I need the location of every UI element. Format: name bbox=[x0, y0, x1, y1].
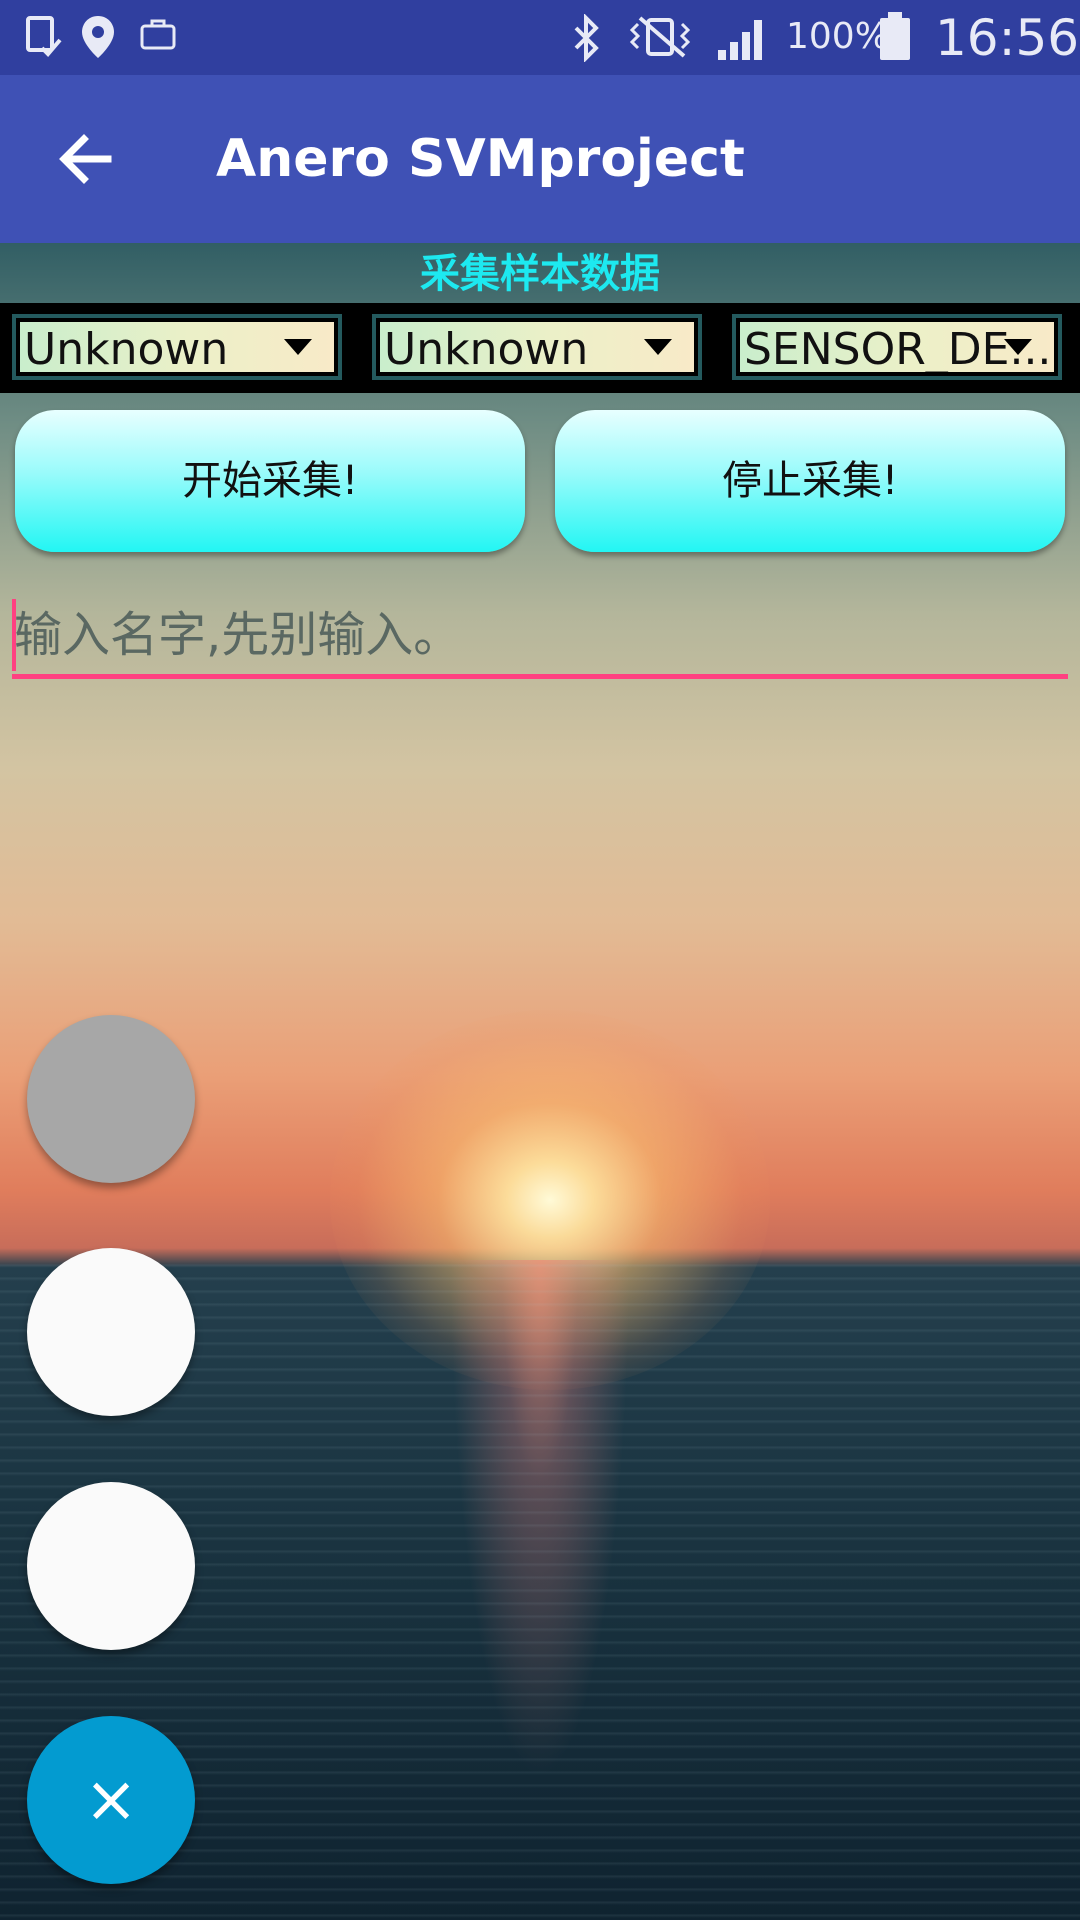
spinner-1-value: Unknown bbox=[24, 324, 229, 372]
fab-close-button[interactable]: × bbox=[27, 1716, 195, 1884]
screen: 100% 16:56 Anero SVMproject 采集样本数据 Unkno… bbox=[0, 0, 1080, 1920]
bluetooth-icon bbox=[570, 13, 604, 72]
spinner-3[interactable]: SENSOR_DE... bbox=[732, 314, 1062, 380]
spinner-1[interactable]: Unknown bbox=[12, 314, 342, 380]
signal-icon bbox=[716, 14, 770, 72]
spinner-row: Unknown Unknown SENSOR_DE... bbox=[0, 303, 1080, 393]
name-input-container bbox=[12, 597, 1068, 679]
close-icon: × bbox=[84, 1763, 138, 1837]
app-bar: Anero SVMproject bbox=[0, 75, 1080, 243]
back-button[interactable] bbox=[44, 115, 132, 203]
stop-collect-button[interactable]: 停止采集! bbox=[555, 410, 1065, 552]
text-cursor bbox=[12, 599, 16, 671]
location-icon bbox=[80, 14, 116, 70]
start-collect-button[interactable]: 开始采集! bbox=[15, 410, 525, 552]
screenshot-icon bbox=[22, 14, 66, 68]
name-input[interactable] bbox=[12, 597, 1068, 673]
fab-white-button-1[interactable] bbox=[27, 1248, 195, 1416]
fab-gray-button[interactable] bbox=[27, 1015, 195, 1183]
fab-white-button-2[interactable] bbox=[27, 1482, 195, 1650]
dropdown-arrow-icon bbox=[644, 339, 672, 355]
battery-icon bbox=[878, 10, 914, 72]
battery-percent: 100% bbox=[786, 16, 889, 57]
section-title: 采集样本数据 bbox=[420, 251, 660, 297]
spinner-2[interactable]: Unknown bbox=[372, 314, 702, 380]
dropdown-arrow-icon bbox=[1004, 339, 1032, 355]
spinner-2-value: Unknown bbox=[384, 324, 589, 372]
status-bar: 100% 16:56 bbox=[0, 0, 1080, 75]
app-title: Anero SVMproject bbox=[216, 129, 745, 189]
vibrate-icon bbox=[624, 14, 696, 70]
input-underline bbox=[12, 674, 1068, 679]
arrow-back-icon bbox=[44, 134, 132, 207]
dropdown-arrow-icon bbox=[284, 339, 312, 355]
briefcase-icon bbox=[138, 14, 178, 64]
clock: 16:56 bbox=[935, 9, 1080, 67]
